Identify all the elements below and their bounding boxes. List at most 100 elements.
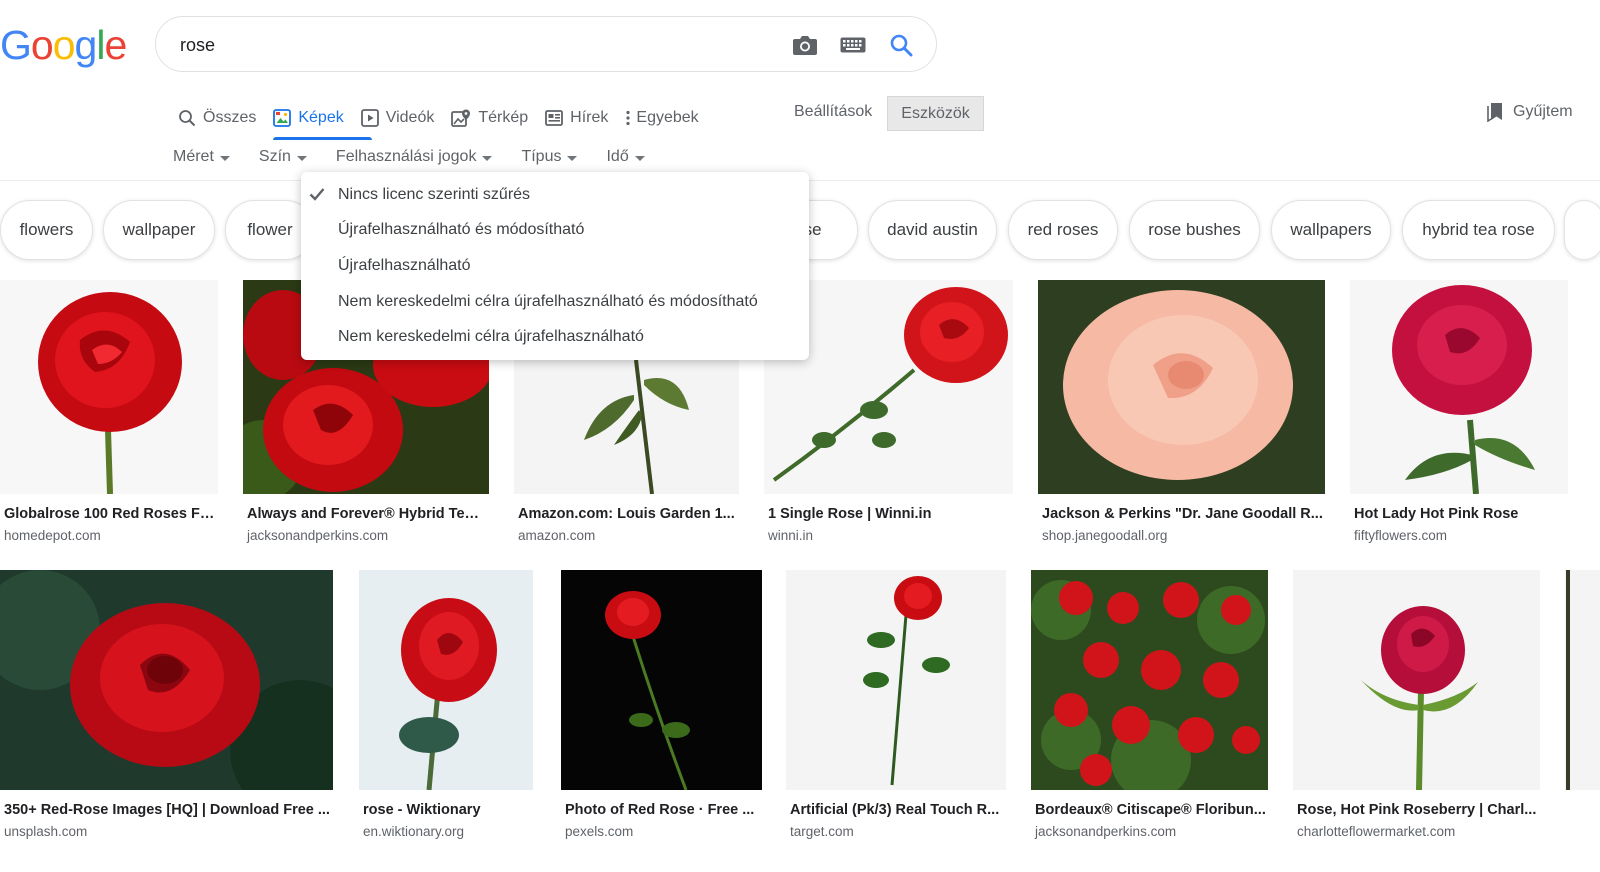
related-chip[interactable]: rose bushes bbox=[1129, 200, 1260, 260]
filter-type[interactable]: Típus bbox=[521, 148, 578, 166]
tab-label: Hírek bbox=[570, 109, 609, 126]
filter-bar: Méret Szín Felhasználási jogok Típus Idő bbox=[173, 148, 674, 166]
logo-letter: l bbox=[96, 22, 105, 68]
result-title[interactable]: Bordeaux® Citiscape® Floribun... bbox=[1035, 802, 1266, 818]
search-icon bbox=[179, 110, 196, 127]
result-title[interactable]: Hot Lady Hot Pink Rose bbox=[1354, 506, 1566, 522]
result-title[interactable]: Photo of Red Rose · Free ... bbox=[565, 802, 760, 818]
tab-more[interactable]: Egyebek bbox=[623, 96, 713, 140]
caret-down-icon bbox=[219, 155, 230, 161]
result-thumbnail[interactable] bbox=[0, 280, 218, 494]
tab-images[interactable]: Képek bbox=[271, 96, 358, 140]
tab-maps[interactable]: Térkép bbox=[449, 96, 543, 140]
related-chip[interactable]: flowers bbox=[0, 200, 93, 260]
result-title[interactable]: 350+ Red-Rose Images [HQ] | Download Fre… bbox=[4, 802, 331, 818]
news-icon bbox=[545, 110, 564, 126]
menu-item-label: Nem kereskedelmi célra újrafelhasználhat… bbox=[338, 292, 758, 310]
tab-label: Egyebek bbox=[636, 109, 699, 126]
logo-letter: o bbox=[52, 22, 76, 68]
caret-down-icon bbox=[296, 155, 307, 161]
result-source[interactable]: pexels.com bbox=[565, 824, 633, 839]
related-chip[interactable]: david austin bbox=[868, 200, 997, 260]
result-source[interactable]: target.com bbox=[790, 824, 854, 839]
logo-letter: g bbox=[74, 22, 98, 68]
caret-down-icon bbox=[482, 155, 493, 161]
result-source[interactable]: winni.in bbox=[768, 528, 813, 543]
result-title[interactable]: Jackson & Perkins "Dr. Jane Goodall R... bbox=[1042, 506, 1323, 522]
result-thumbnail[interactable] bbox=[359, 570, 533, 790]
filter-color[interactable]: Szín bbox=[259, 148, 307, 166]
filter-label: Típus bbox=[521, 148, 562, 165]
caret-down-icon bbox=[567, 155, 578, 161]
result-source[interactable]: fiftyflowers.com bbox=[1354, 528, 1447, 543]
filter-label: Méret bbox=[173, 148, 214, 165]
menu-item-label: Nem kereskedelmi célra újrafelhasználhat… bbox=[338, 328, 644, 346]
camera-icon[interactable] bbox=[790, 30, 820, 60]
result-source[interactable]: shop.janegoodall.org bbox=[1042, 528, 1167, 543]
filter-usage-rights[interactable]: Felhasználási jogok bbox=[336, 148, 493, 166]
tab-all[interactable]: Összes bbox=[176, 96, 271, 140]
result-thumbnail[interactable] bbox=[1565, 570, 1600, 790]
settings-link[interactable]: Beállítások bbox=[794, 103, 872, 121]
result-title[interactable]: Always and Forever® Hybrid Tea ... bbox=[247, 506, 487, 522]
related-chip[interactable]: wallpapers bbox=[1271, 200, 1391, 260]
active-tab-indicator bbox=[273, 137, 372, 140]
checkmark-icon bbox=[309, 188, 325, 201]
map-icon bbox=[451, 109, 471, 127]
result-source[interactable]: amazon.com bbox=[518, 528, 595, 543]
result-source[interactable]: charlotteflowermarket.com bbox=[1297, 824, 1455, 839]
menu-item-label: Újrafelhasználható bbox=[338, 256, 471, 274]
collections-label: Gyűjtem bbox=[1513, 103, 1573, 120]
tab-videos[interactable]: Videók bbox=[359, 96, 450, 140]
result-source[interactable]: homedepot.com bbox=[4, 528, 101, 543]
result-source[interactable]: en.wiktionary.org bbox=[363, 824, 464, 839]
filter-size[interactable]: Méret bbox=[173, 148, 230, 166]
result-title[interactable]: Artificial (Pk/3) Real Touch R... bbox=[790, 802, 1004, 818]
related-chip[interactable]: wallpaper bbox=[103, 200, 215, 260]
result-thumbnail[interactable] bbox=[561, 570, 762, 790]
related-chip[interactable]: hybrid tea rose bbox=[1402, 200, 1555, 260]
result-title[interactable]: Rose, Hot Pink Roseberry | Charl... bbox=[1297, 802, 1538, 818]
filter-label: Felhasználási jogok bbox=[335, 148, 477, 165]
menu-item-no-license-filter[interactable]: Nincs licenc szerinti szűrés bbox=[301, 177, 809, 213]
bookmark-icon bbox=[1487, 103, 1502, 122]
result-thumbnail[interactable] bbox=[1031, 570, 1268, 790]
result-thumbnail[interactable] bbox=[1293, 570, 1540, 790]
result-title[interactable]: 1 Single Rose | Winni.in bbox=[768, 506, 1011, 522]
result-title[interactable]: rose - Wiktionary bbox=[363, 802, 531, 818]
tab-label: Térkép bbox=[478, 109, 529, 126]
result-source[interactable]: jacksonandperkins.com bbox=[1035, 824, 1176, 839]
result-thumbnail[interactable] bbox=[1038, 280, 1325, 494]
filter-label: Szín bbox=[258, 148, 291, 165]
filter-time[interactable]: Idő bbox=[606, 148, 645, 166]
more-vert-icon bbox=[626, 110, 630, 126]
search-tabs: Összes Képek Videók Térkép Hírek Egyebek bbox=[176, 96, 714, 140]
result-source[interactable]: unsplash.com bbox=[4, 824, 87, 839]
result-thumbnail[interactable] bbox=[786, 570, 1006, 790]
play-icon bbox=[360, 109, 379, 127]
search-input[interactable] bbox=[180, 31, 770, 59]
keyboard-icon[interactable] bbox=[838, 30, 868, 60]
menu-item-noncommercial-reuse-modify[interactable]: Nem kereskedelmi célra újrafelhasználhat… bbox=[301, 284, 809, 320]
related-chip[interactable]: red roses bbox=[1008, 200, 1118, 260]
filter-label: Idő bbox=[606, 148, 629, 165]
caret-down-icon bbox=[634, 155, 645, 161]
google-logo[interactable]: Google bbox=[0, 22, 127, 69]
menu-item-reuse-modify[interactable]: Újrafelhasználható és módosítható bbox=[301, 213, 809, 249]
menu-item-noncommercial-reuse[interactable]: Nem kereskedelmi célra újrafelhasználhat… bbox=[301, 319, 809, 355]
collections-link[interactable]: Gyűjtem bbox=[1486, 102, 1573, 122]
result-thumbnail[interactable] bbox=[1350, 280, 1568, 494]
menu-item-label: Nincs licenc szerinti szűrés bbox=[338, 185, 531, 203]
logo-letter: e bbox=[104, 22, 127, 68]
tab-label: Videók bbox=[385, 109, 435, 126]
related-chip-partial[interactable] bbox=[1564, 200, 1600, 260]
menu-item-reuse[interactable]: Újrafelhasználható bbox=[301, 248, 809, 284]
result-source[interactable]: jacksonandperkins.com bbox=[247, 528, 388, 543]
menu-item-label: Újrafelhasználható és módosítható bbox=[338, 221, 585, 239]
result-thumbnail[interactable] bbox=[0, 570, 333, 790]
tab-news[interactable]: Hírek bbox=[543, 96, 623, 140]
search-icon[interactable] bbox=[886, 30, 916, 60]
tools-button[interactable]: Eszközök bbox=[887, 96, 984, 131]
result-title[interactable]: Globalrose 100 Red Roses Fr... bbox=[4, 506, 216, 522]
result-title[interactable]: Amazon.com: Louis Garden 1... bbox=[518, 506, 737, 522]
